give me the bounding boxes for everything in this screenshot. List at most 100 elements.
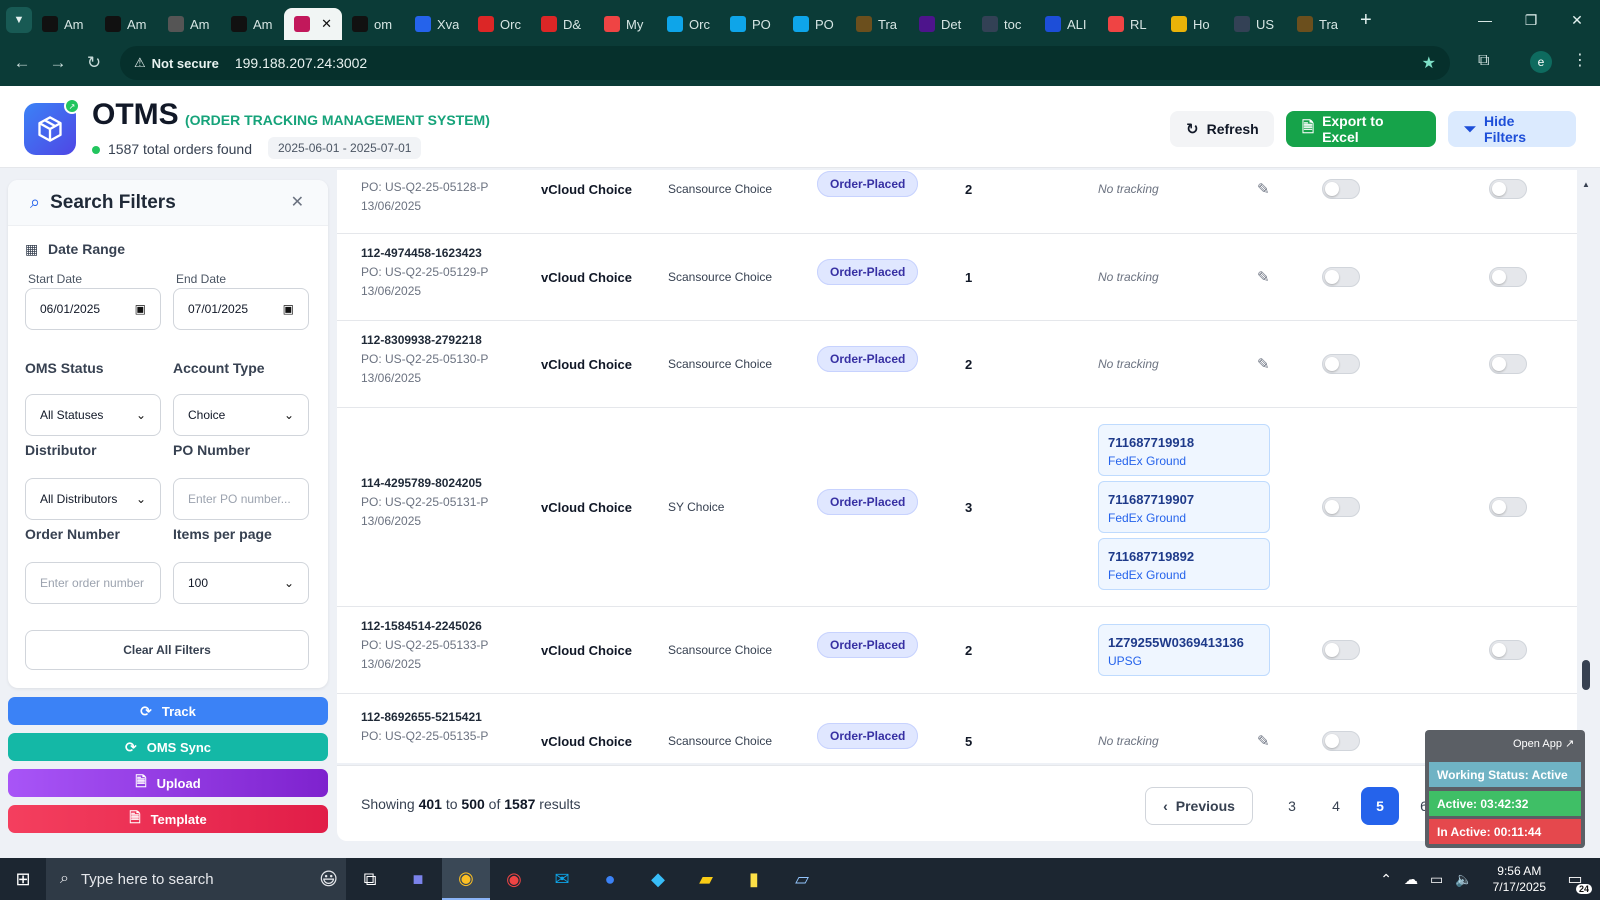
chevron-up-icon[interactable]: ⌃: [1380, 871, 1392, 888]
browser-tab[interactable]: D&: [531, 8, 594, 40]
browser-tab[interactable]: PO: [720, 8, 783, 40]
browser-tab[interactable]: ✕: [284, 8, 342, 40]
order-number[interactable]: 112-4974458-1623423: [361, 246, 488, 260]
upload-button[interactable]: 🗎 Upload: [8, 769, 328, 797]
toggle-switch[interactable]: [1489, 497, 1527, 517]
security-label[interactable]: Not secure: [152, 56, 219, 71]
account-type-select[interactable]: Choice ⌄: [173, 394, 309, 436]
toggle-switch[interactable]: [1322, 267, 1360, 287]
browser-tab[interactable]: Tra: [846, 8, 909, 40]
browser-tab[interactable]: Tra: [1287, 8, 1350, 40]
oms-status-select[interactable]: All Statuses ⌄: [25, 394, 161, 436]
toggle-switch[interactable]: [1322, 640, 1360, 660]
close-tab-icon[interactable]: ✕: [321, 16, 332, 32]
page-button[interactable]: 3: [1273, 787, 1311, 825]
toggle-switch[interactable]: [1489, 179, 1527, 199]
browser-tab[interactable]: Am: [221, 8, 284, 40]
sticky-notes-icon[interactable]: ▮: [730, 858, 778, 900]
page-button[interactable]: 5: [1361, 787, 1399, 825]
scroll-thumb[interactable]: [1582, 660, 1590, 690]
tracking-card[interactable]: 711687719918 FedEx Ground: [1098, 424, 1270, 476]
po-number-input[interactable]: Enter PO number...: [173, 478, 309, 520]
file-explorer-icon[interactable]: ▰: [682, 858, 730, 900]
volume-icon[interactable]: 🔈: [1455, 871, 1472, 888]
template-button[interactable]: 🗎 Template: [8, 805, 328, 833]
order-number[interactable]: 114-4295789-8024205: [361, 476, 488, 490]
browser-tab[interactable]: My: [594, 8, 657, 40]
toggle-switch[interactable]: [1489, 267, 1527, 287]
browser-tab[interactable]: Am: [158, 8, 221, 40]
tracking-number[interactable]: 711687719918: [1108, 435, 1260, 450]
table-scrollbar[interactable]: ▲: [1580, 180, 1592, 750]
tracking-number[interactable]: 1Z79255W0369413136: [1108, 635, 1260, 650]
browser-tab[interactable]: ALI: [1035, 8, 1098, 40]
browser-tab[interactable]: Am: [95, 8, 158, 40]
previous-page-button[interactable]: ‹ Previous: [1145, 787, 1253, 825]
profile-avatar[interactable]: e: [1530, 51, 1552, 73]
toggle-switch[interactable]: [1322, 354, 1360, 374]
notepad-icon[interactable]: ▱: [778, 858, 826, 900]
bookmark-star-icon[interactable]: ★: [1422, 53, 1436, 73]
browser-tab[interactable]: toc: [972, 8, 1035, 40]
edit-pencil-icon[interactable]: ✎: [1257, 180, 1270, 198]
tracking-card[interactable]: 711687719907 FedEx Ground: [1098, 481, 1270, 533]
extensions-icon[interactable]: ⧉: [1478, 52, 1489, 70]
chrome-icon[interactable]: ◉: [442, 858, 490, 900]
clear-filters-button[interactable]: Clear All Filters: [25, 630, 309, 670]
toggle-switch[interactable]: [1322, 731, 1360, 751]
order-number[interactable]: 112-8692655-5215421: [361, 710, 488, 724]
end-date-input[interactable]: 07/01/2025 ▣: [173, 288, 309, 330]
browser-menu-icon[interactable]: ⋮: [1572, 50, 1588, 70]
tracking-card[interactable]: 711687719892 FedEx Ground: [1098, 538, 1270, 590]
notification-icon[interactable]: ▭ 24: [1560, 866, 1592, 894]
order-number-input[interactable]: Enter order number: [25, 562, 161, 604]
task-view-icon[interactable]: ⧉: [346, 858, 394, 900]
close-filters-icon[interactable]: ✕: [291, 192, 304, 212]
app-diamond-icon[interactable]: ◆: [634, 858, 682, 900]
toggle-switch[interactable]: [1489, 640, 1527, 660]
browser-tab[interactable]: Det: [909, 8, 972, 40]
scroll-up-icon[interactable]: ▲: [1582, 180, 1590, 189]
network-icon[interactable]: ▭: [1430, 871, 1443, 888]
start-date-input[interactable]: 06/01/2025 ▣: [25, 288, 161, 330]
tab-search-icon[interactable]: ▼: [6, 7, 32, 33]
edit-pencil-icon[interactable]: ✎: [1257, 732, 1270, 750]
new-tab-icon[interactable]: +: [1360, 9, 1372, 32]
hide-filters-button[interactable]: ⏷ Hide Filters: [1448, 111, 1576, 147]
end-calendar-icon[interactable]: ▣: [283, 302, 294, 316]
windows-start-icon[interactable]: ⊞: [0, 858, 46, 900]
onedrive-icon[interactable]: ☁: [1404, 871, 1418, 888]
start-calendar-icon[interactable]: ▣: [135, 302, 146, 316]
browser-tab[interactable]: om: [342, 8, 405, 40]
browser-tab[interactable]: RL: [1098, 8, 1161, 40]
edit-pencil-icon[interactable]: ✎: [1257, 355, 1270, 373]
taskbar-search[interactable]: ⌕ Type here to search 😃: [46, 858, 346, 900]
distributor-select[interactable]: All Distributors ⌄: [25, 478, 161, 520]
minimize-icon[interactable]: —: [1462, 0, 1508, 40]
url-text[interactable]: 199.188.207.24:3002: [235, 55, 367, 71]
track-button[interactable]: ⟳ Track: [8, 697, 328, 725]
forward-icon[interactable]: →: [40, 53, 76, 73]
tracking-card[interactable]: 1Z79255W0369413136 UPSG: [1098, 624, 1270, 676]
refresh-button[interactable]: ↻ Refresh: [1170, 111, 1274, 147]
items-per-page-select[interactable]: 100 ⌄: [173, 562, 309, 604]
export-excel-button[interactable]: 🗎 Export to Excel: [1286, 111, 1436, 147]
zoom-icon[interactable]: ●: [586, 858, 634, 900]
edit-pencil-icon[interactable]: ✎: [1257, 268, 1270, 286]
browser-tab[interactable]: Orc: [468, 8, 531, 40]
toggle-switch[interactable]: [1322, 497, 1360, 517]
toggle-switch[interactable]: [1489, 354, 1527, 374]
oms-sync-button[interactable]: ⟳ OMS Sync: [8, 733, 328, 761]
url-field[interactable]: ⚠ Not secure 199.188.207.24:3002 ★: [120, 46, 1450, 80]
page-button[interactable]: 4: [1317, 787, 1355, 825]
browser-tab[interactable]: Ho: [1161, 8, 1224, 40]
outlook-icon[interactable]: ✉: [538, 858, 586, 900]
browser-tab[interactable]: Xva: [405, 8, 468, 40]
order-number[interactable]: 112-1584514-2245026: [361, 619, 488, 633]
chrome-profile-icon[interactable]: ◉: [490, 858, 538, 900]
order-number[interactable]: 112-8309938-2792218: [361, 333, 488, 347]
tracking-number[interactable]: 711687719892: [1108, 549, 1260, 564]
toggle-switch[interactable]: [1322, 179, 1360, 199]
browser-tab[interactable]: Am: [32, 8, 95, 40]
open-app-link[interactable]: Open App ↗: [1513, 737, 1574, 750]
